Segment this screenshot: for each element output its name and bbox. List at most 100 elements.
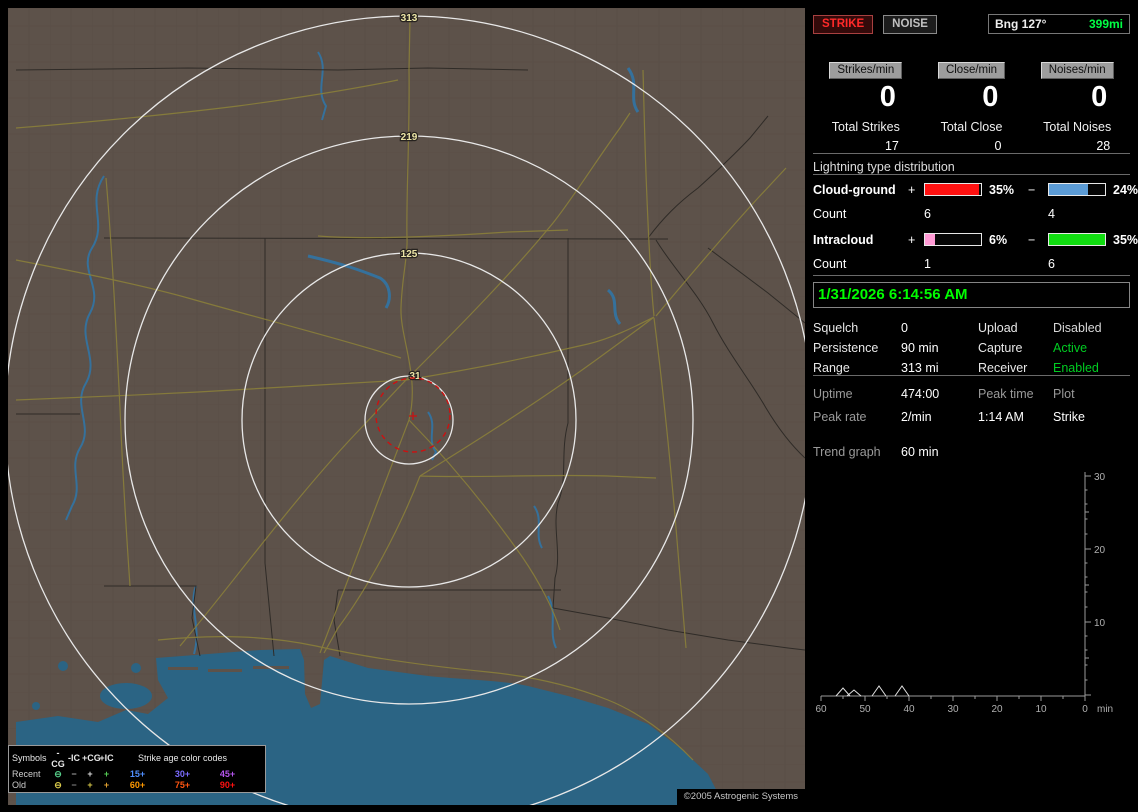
bearing-readout: Bng 127° 399mi [988,14,1130,34]
ic-positive-count: 1 [924,256,931,271]
count-label: Count [813,256,847,271]
total-noises-label: Total Noises [1043,120,1112,135]
noises-column: Noises/min 0 Total Noises 28 [1024,62,1130,153]
x-tick-30: 30 [947,704,959,715]
capture-status: Active [1053,341,1088,356]
divider [813,275,1130,277]
peak-rate-label: Peak rate [813,410,867,425]
settings-grid: Squelch 0 Upload Disabled Persistence 90… [813,321,1130,375]
age-15: 15+ [129,769,146,779]
upload-status: Disabled [1053,321,1102,336]
copyright-text: ©2005 Astrogenic Systems [676,789,805,805]
minus-sign: − [1028,232,1036,247]
strike-mode-button[interactable]: STRIKE [813,14,874,34]
datetime-value: 1/31/2026 6:14:56 AM [818,286,968,304]
mode-row: STRIKE NOISE Bng 127° 399mi [813,14,1130,34]
cg-positive-pct: 35% [989,182,1015,197]
intracloud-label: Intracloud [813,232,874,247]
legend-old-label: Old [12,779,27,790]
legend-col-pos-ic: +IC [99,753,114,764]
persistence-label: Persistence [813,341,879,356]
x-tick-60: 60 [815,704,827,715]
strikes-per-min-badge[interactable]: Strikes/min [829,62,903,79]
ic-positive-bar-fill [925,234,935,246]
receiver-status: Enabled [1053,361,1099,376]
recent-pos-cg-icon: + [87,769,93,779]
plus-sign: + [908,232,916,247]
x-tick-40: 40 [903,704,915,715]
strikes-rate-value: 0 [879,81,896,113]
upload-label: Upload [978,321,1018,336]
ring-label-125: 125 [401,249,418,260]
x-tick-0: 0 [1082,704,1088,715]
plus-sign: + [908,182,916,197]
rate-counters: Strikes/min 0 Total Strikes 17 Close/min… [813,62,1130,153]
recent-neg-cg-icon: ⊖ [54,769,62,779]
status-grid: Uptime 474:00 Peak time Plot Peak rate 2… [813,387,1130,424]
old-pos-cg-icon: + [87,779,93,790]
ic-negative-count: 6 [1048,256,1055,271]
range-label: Range [813,361,850,376]
datetime-box: 1/31/2026 6:14:56 AM [813,282,1130,309]
peak-time-value: 1:14 AM [978,410,1024,425]
legend-col-neg-ic: -IC [68,753,80,764]
peak-time-label: Peak time [978,387,1034,402]
minus-sign: − [1028,182,1036,197]
ring-label-31: 31 [409,371,421,382]
lightning-map[interactable]: 313 219 125 31 Symbols -CG -IC +CG +IC S… [8,8,805,805]
ic-negative-pct: 35% [1113,232,1138,247]
divider [813,375,1130,377]
trend-axes [821,472,1086,697]
divider [813,153,1130,155]
peak-rate-value: 2/min [901,410,932,425]
age-30: 30+ [174,769,191,779]
age-75: 75+ [174,779,191,790]
ic-positive-pct: 6% [989,232,1008,247]
range-value: 313 mi [901,361,939,376]
cloud-ground-row: Cloud-ground + 35% − 24% [813,177,1138,202]
ring-label-313: 313 [401,13,418,24]
y-tick-20: 20 [1094,545,1106,556]
close-column: Close/min 0 Total Close 0 [919,62,1025,153]
trend-graph-label: Trend graph [813,445,881,460]
old-neg-ic-icon: − [71,779,77,790]
ic-positive-bar [924,233,982,247]
strike-legend: Symbols -CG -IC +CG +IC Strike age color… [8,745,266,793]
y-tick-30: 30 [1094,472,1106,483]
uptime-value: 474:00 [901,387,940,402]
age-60: 60+ [129,779,146,790]
age-45: 45+ [219,769,236,779]
cg-positive-count: 6 [924,206,931,221]
cg-negative-count: 4 [1048,206,1055,221]
persistence-value: 90 min [901,341,939,356]
plot-value: Strike [1053,410,1085,425]
trend-spikes [835,685,910,697]
noise-mode-button[interactable]: NOISE [883,14,937,34]
map-canvas: 313 219 125 31 [8,8,805,805]
trend-x-ticks [820,696,1086,702]
cg-negative-bar-fill [1049,184,1088,196]
legend-col-neg-cg: -CG [51,748,65,769]
age-90: 90+ [219,779,236,790]
ic-negative-bar [1048,233,1106,247]
squelch-value: 0 [901,321,908,336]
total-strikes-value: 17 [884,139,899,154]
trend-header: Trend graph 60 min [813,445,1130,459]
legend-age-header: Strike age color codes [137,753,228,764]
total-close-label: Total Close [940,120,1003,135]
legend-col-pos-cg: +CG [82,753,101,764]
legend-symbols-header: Symbols [12,753,47,764]
intracloud-count-row: Count 1 6 [813,252,1130,275]
close-per-min-badge[interactable]: Close/min [937,62,1006,79]
x-tick-20: 20 [991,704,1003,715]
cg-negative-pct: 24% [1113,182,1138,197]
noises-per-min-badge[interactable]: Noises/min [1040,62,1114,79]
ic-negative-bar-fill [1049,234,1105,246]
trend-window-value: 60 min [901,445,939,460]
uptime-label: Uptime [813,387,853,402]
cloud-ground-count-row: Count 6 4 [813,202,1130,225]
cg-positive-bar-fill [925,184,980,196]
ring-label-219: 219 [401,132,418,143]
squelch-label: Squelch [813,321,859,336]
count-label: Count [813,206,847,221]
